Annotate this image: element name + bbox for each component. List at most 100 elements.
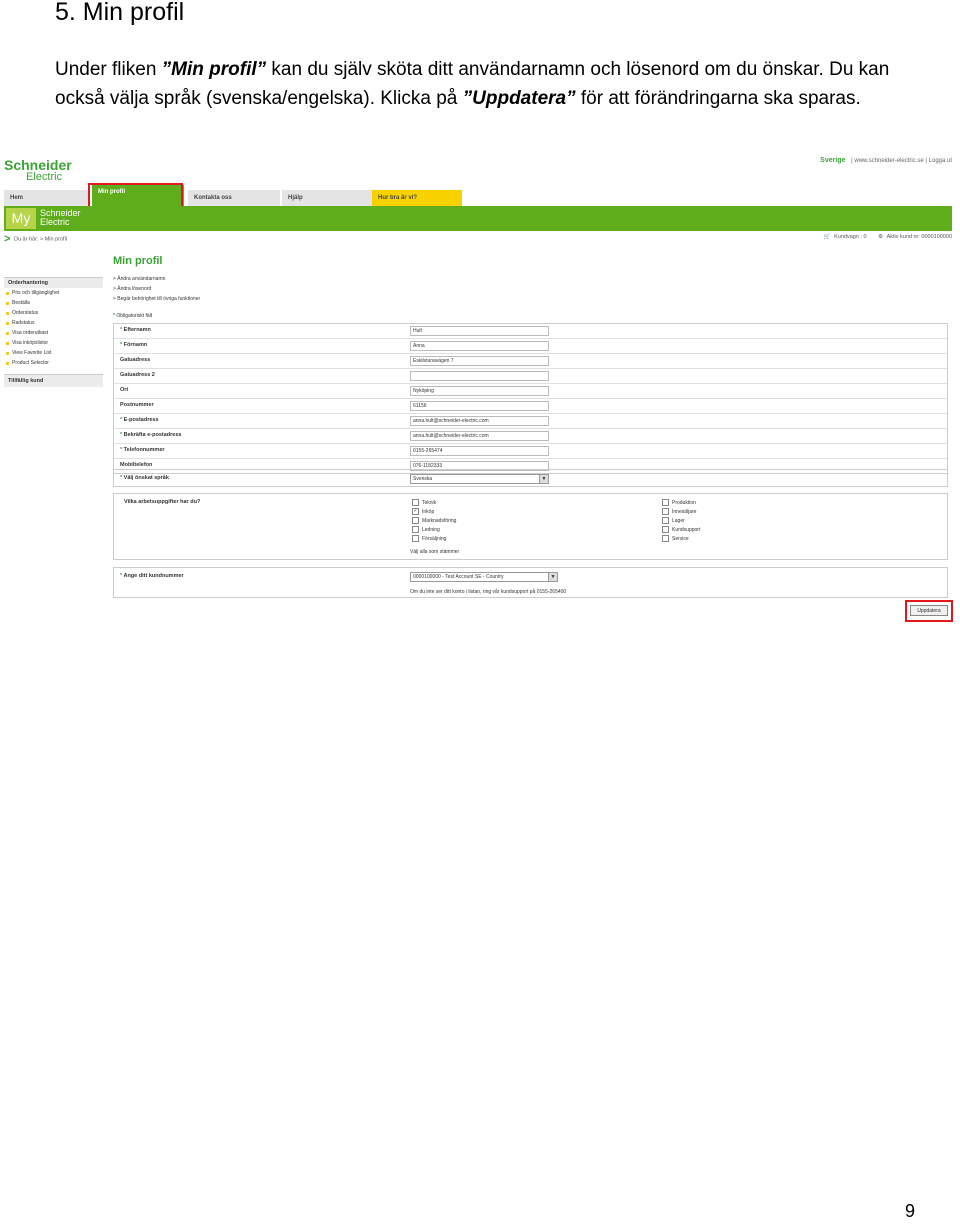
chevron-down-icon: ▼ [548,573,557,581]
required-note-text: Obligatoriskt fält [116,313,153,319]
tab-kontakta-oss[interactable]: Kontakta oss [188,190,280,206]
cart-icon[interactable]: 🛒 [824,234,831,240]
checkbox-icon[interactable] [662,535,669,542]
breadcrumb-prefix: Du är här: [13,236,39,243]
firstname-input[interactable]: Anna [410,341,549,351]
field-label-text: Postnummer [120,402,154,408]
country-link[interactable]: Sverige [820,157,845,164]
field-label-text: Gatuadress 2 [120,372,155,378]
field-label: Gatuadress 2 [120,372,155,378]
para-post: för att förändringarna ska sparas. [575,88,861,109]
link-request-access[interactable]: > Begär behörighet till övriga funktione… [113,294,200,304]
customer-number-label: * Ange ditt kundnummer [120,573,184,579]
checkbox-label: Kundsupport [672,526,701,533]
sidebar-item[interactable]: Radstatus [4,318,103,328]
checkbox-icon[interactable] [412,526,419,533]
sidebar-item[interactable]: View Favorite List [4,348,103,358]
highlight-box-button [905,600,953,622]
field-label-text: Förnamn [123,342,148,348]
checkbox-icon[interactable] [662,508,669,515]
sidebar-item[interactable]: Orderstatus [4,308,103,318]
link-change-username[interactable]: > Ändra användarnamn [113,274,200,284]
email-field[interactable]: anna.hult@schneider-electric.com [410,416,549,426]
task-checkbox[interactable]: Försäljning [412,535,446,542]
page-title: Min profil [113,255,163,267]
field-label-text: Gatuadress [120,357,151,363]
checkbox-label: Teknik [422,499,437,506]
street2-input[interactable] [410,371,549,381]
checkbox-label: Innesäljare [672,508,697,515]
required-star: * [120,432,123,438]
sidebar-head-order: Orderhantering [4,277,103,288]
task-checkbox[interactable]: Lager [662,517,685,524]
sidebar-item[interactable]: Pris och tillgänglighet [4,288,103,298]
city-input[interactable]: Nyköping [410,386,549,396]
task-checkbox[interactable]: Kundsupport [662,526,700,533]
field-label: * Bekräfta e-postadress [120,432,181,438]
checkbox-icon[interactable] [662,517,669,524]
embedded-screenshot: Schneider Electric Sverige | www.schneid… [0,150,960,630]
checkbox-label: Ledning [422,526,440,533]
logout-link[interactable]: Logga ut [929,158,952,164]
chevron-down-icon: ▼ [539,475,548,483]
required-star: * [120,327,123,333]
checkbox-label: Lager [672,517,685,524]
task-checkbox[interactable]: ✓ Inköp [412,508,434,515]
task-checkbox[interactable]: Innesäljare [662,508,696,515]
tasks-note: Välj alla som stämmer [410,549,460,555]
active-customer-label: Aktiv kund nr: 0000100000 [886,234,952,240]
site-link[interactable]: www.schneider-electric.se [854,158,923,164]
sidebar-item[interactable]: Visa orderutkast [4,328,103,338]
tasks-label: Vilka arbetsuppgifter har du? [124,499,201,505]
form-row: Gatuadress Eskilstunavägen 7 [114,354,947,369]
tab-hur-bra[interactable]: Hur bra är vi? [372,190,462,206]
street-input[interactable]: Eskilstunavägen 7 [410,356,549,366]
checkbox-icon[interactable] [662,526,669,533]
para-pre: Under fliken [55,59,162,80]
checkbox-icon[interactable] [412,535,419,542]
task-checkbox[interactable]: Ledning [412,526,440,533]
field-label-text: Mobiltelefon [120,462,153,468]
customer-number-box: * Ange ditt kundnummer 0000100000 - Test… [113,567,948,598]
chevron-right-icon: > [4,233,11,245]
separator: | [925,158,927,164]
sidebar-item[interactable]: Product Selector [4,358,103,368]
checkbox-icon[interactable]: ✓ [412,508,419,515]
form-row: Postnummer 61156 [114,399,947,414]
field-label-text: Ort [120,387,129,393]
language-select[interactable]: Svenska ▼ [410,474,549,484]
task-checkbox[interactable]: Produktion [662,499,696,506]
confirm-email-field[interactable]: anna.hult@schneider-electric.com [410,431,549,441]
language-label: * Välj önskat språk [120,475,169,481]
checkbox-icon[interactable] [412,499,419,506]
task-checkbox[interactable]: Marknadsföring [412,517,456,524]
task-checkbox[interactable]: Service [662,535,689,542]
para-tab-name: ”Min profil” [161,59,267,80]
cart-label[interactable]: Kundvagn : 0 [834,234,866,240]
required-star: * [120,342,123,348]
sidebar-head-temp-customer[interactable]: Tillfällig kund [4,374,103,387]
checkbox-icon[interactable] [662,499,669,506]
phone-input[interactable]: 0155-265474 [410,446,549,456]
lastname-input[interactable]: Hult [410,326,549,336]
postcode-input[interactable]: 61156 [410,401,549,411]
tab-hjalp[interactable]: Hjälp [282,190,372,206]
banner-brand-2: Electric [40,217,70,227]
tab-hem[interactable]: Hem [4,190,88,206]
sidebar-item[interactable]: Beställa [4,298,103,308]
link-change-password[interactable]: > Ändra lösenord [113,284,200,294]
breadcrumb-current: > Min profil [39,236,68,243]
field-label: Ort [120,387,128,393]
sidebar-item[interactable]: Visa inköpslistor [4,338,103,348]
checkbox-icon[interactable] [412,517,419,524]
schneider-logo: Schneider Electric [4,158,72,183]
customer-number-select[interactable]: 0000100000 - Test Account SE - Country ▼ [410,572,558,582]
checkbox-label: Marknadsföring [422,517,457,524]
doc-heading: 5. Min profil [55,0,185,26]
field-label: Postnummer [120,402,154,408]
field-label: * E-postadress [120,417,159,423]
task-checkbox[interactable]: Teknik [412,499,436,506]
required-star: * [120,475,123,481]
form-row: * Bekräfta e-postadress anna.hult@schneid… [114,429,947,444]
customer-icon: ⚙ [878,234,884,240]
